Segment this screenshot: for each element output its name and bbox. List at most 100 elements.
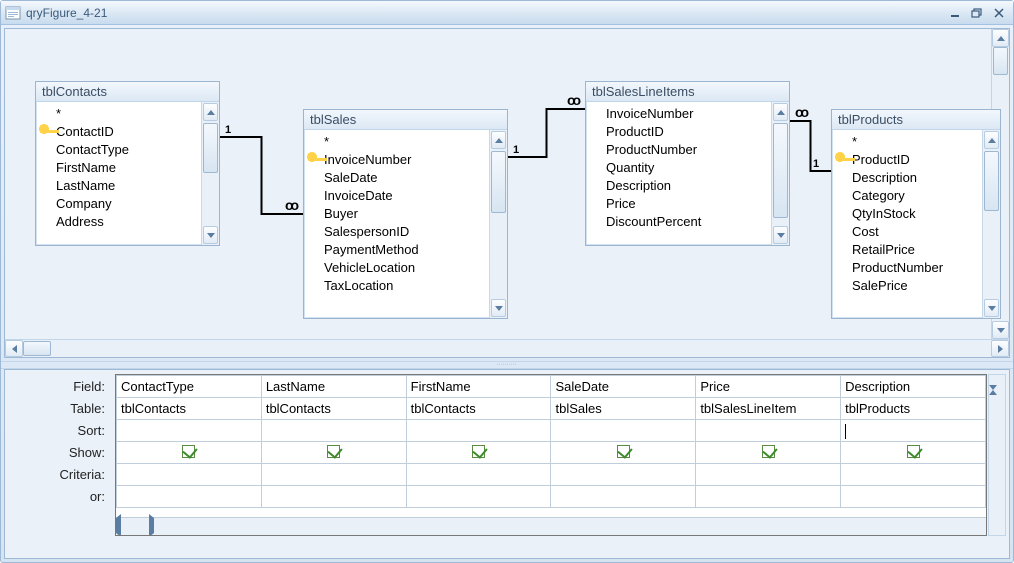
field-item[interactable]: PaymentMethod: [304, 240, 489, 258]
field-item[interactable]: Quantity: [586, 158, 771, 176]
grid-cell-show[interactable]: [841, 442, 986, 464]
table-tblSalesLineItems[interactable]: tblSalesLineItemsInvoiceNumberProductIDP…: [585, 81, 790, 246]
grid-cell-table[interactable]: tblContacts: [261, 398, 406, 420]
field-item[interactable]: FirstName: [36, 158, 201, 176]
scroll-thumb[interactable]: [984, 151, 999, 211]
table-header[interactable]: tblSales: [304, 110, 507, 130]
scroll-right-icon[interactable]: [991, 340, 1009, 357]
field-item[interactable]: Price: [586, 194, 771, 212]
scroll-down-icon[interactable]: [984, 299, 999, 317]
grid-cell-or[interactable]: [261, 486, 406, 508]
grid-cell-criteria[interactable]: [551, 464, 696, 486]
grid-cell-show[interactable]: [406, 442, 551, 464]
grid-horizontal-scrollbar[interactable]: [116, 517, 986, 535]
scroll-down-icon[interactable]: [992, 321, 1009, 339]
field-list[interactable]: *ContactIDContactTypeFirstNameLastNameCo…: [36, 102, 201, 245]
field-item[interactable]: TaxLocation: [304, 276, 489, 294]
grid-cell-or[interactable]: [406, 486, 551, 508]
field-item[interactable]: DiscountPercent: [586, 212, 771, 230]
grid-cell-show[interactable]: [551, 442, 696, 464]
grid-cell-field[interactable]: Price: [696, 376, 841, 398]
grid-cell-field[interactable]: ContactType: [117, 376, 262, 398]
table-scrollbar[interactable]: [201, 102, 219, 245]
field-item[interactable]: ProductID: [586, 122, 771, 140]
field-item[interactable]: SalespersonID: [304, 222, 489, 240]
grid-cell-sort[interactable]: [841, 420, 986, 442]
field-item[interactable]: Company: [36, 194, 201, 212]
field-list[interactable]: *InvoiceNumberSaleDateInvoiceDateBuyerSa…: [304, 130, 489, 318]
field-list[interactable]: InvoiceNumberProductIDProductNumberQuant…: [586, 102, 771, 245]
field-item[interactable]: *: [36, 104, 201, 122]
grid-cell-show[interactable]: [117, 442, 262, 464]
table-tblProducts[interactable]: tblProducts*ProductIDDescriptionCategory…: [831, 109, 1001, 319]
grid-cell-table[interactable]: tblContacts: [406, 398, 551, 420]
designer-horizontal-scrollbar[interactable]: [5, 339, 1009, 357]
field-item[interactable]: Buyer: [304, 204, 489, 222]
field-item[interactable]: Category: [832, 186, 982, 204]
table-scrollbar[interactable]: [489, 130, 507, 318]
grid-cell-table[interactable]: tblSales: [551, 398, 696, 420]
table-header[interactable]: tblContacts: [36, 82, 219, 102]
field-item[interactable]: LastName: [36, 176, 201, 194]
scroll-track[interactable]: [121, 518, 149, 535]
field-item[interactable]: VehicleLocation: [304, 258, 489, 276]
grid-cell-or[interactable]: [117, 486, 262, 508]
field-item[interactable]: SaleDate: [304, 168, 489, 186]
field-item[interactable]: Description: [586, 176, 771, 194]
grid-cell-sort[interactable]: [261, 420, 406, 442]
grid-cell-table[interactable]: tblProducts: [841, 398, 986, 420]
grid-cell-table[interactable]: tblContacts: [117, 398, 262, 420]
field-item[interactable]: ContactID: [36, 122, 201, 140]
grid-cell-sort[interactable]: [551, 420, 696, 442]
pane-splitter[interactable]: ••••••••••: [1, 361, 1013, 369]
table-header[interactable]: tblSalesLineItems: [586, 82, 789, 102]
table-header[interactable]: tblProducts: [832, 110, 1000, 130]
show-checkbox[interactable]: [472, 445, 485, 458]
grid-cell-or[interactable]: [551, 486, 696, 508]
scroll-thumb[interactable]: [491, 151, 506, 213]
scroll-thumb[interactable]: [773, 123, 788, 218]
grid-cell-criteria[interactable]: [261, 464, 406, 486]
scroll-down-icon[interactable]: [491, 299, 506, 317]
grid-cell-field[interactable]: Description: [841, 376, 986, 398]
field-item[interactable]: InvoiceNumber: [304, 150, 489, 168]
grid-cell-criteria[interactable]: [841, 464, 986, 486]
scroll-up-icon[interactable]: [491, 131, 506, 149]
field-item[interactable]: QtyInStock: [832, 204, 982, 222]
minimize-button[interactable]: [945, 5, 965, 21]
scroll-track[interactable]: [984, 151, 999, 297]
grid-cell-criteria[interactable]: [406, 464, 551, 486]
grid-cell-criteria[interactable]: [696, 464, 841, 486]
field-item[interactable]: *: [832, 132, 982, 150]
field-list[interactable]: *ProductIDDescriptionCategoryQtyInStockC…: [832, 130, 982, 318]
scroll-track[interactable]: [203, 123, 218, 224]
grid-cell-field[interactable]: SaleDate: [551, 376, 696, 398]
field-item[interactable]: ProductID: [832, 150, 982, 168]
field-item[interactable]: SalePrice: [832, 276, 982, 294]
scroll-thumb[interactable]: [203, 123, 218, 173]
grid-cell-sort[interactable]: [406, 420, 551, 442]
table-relationship-pane[interactable]: 1oo1oooo1 tblContacts*ContactIDContactTy…: [4, 28, 1010, 358]
scroll-up-icon[interactable]: [773, 103, 788, 121]
field-item[interactable]: Address: [36, 212, 201, 230]
show-checkbox[interactable]: [762, 445, 775, 458]
show-checkbox[interactable]: [182, 445, 195, 458]
scroll-track[interactable]: [491, 151, 506, 297]
scroll-up-icon[interactable]: [992, 29, 1009, 47]
show-checkbox[interactable]: [907, 445, 920, 458]
table-scrollbar[interactable]: [982, 130, 1000, 318]
grid-cell-field[interactable]: FirstName: [406, 376, 551, 398]
table-scrollbar[interactable]: [771, 102, 789, 245]
scroll-left-icon[interactable]: [5, 340, 23, 357]
field-item[interactable]: RetailPrice: [832, 240, 982, 258]
grid-cell-sort[interactable]: [117, 420, 262, 442]
table-tblContacts[interactable]: tblContacts*ContactIDContactTypeFirstNam…: [35, 81, 220, 246]
grid-cell-sort[interactable]: [696, 420, 841, 442]
grid-cell-table[interactable]: tblSalesLineItem: [696, 398, 841, 420]
field-item[interactable]: Description: [832, 168, 982, 186]
field-item[interactable]: ContactType: [36, 140, 201, 158]
restore-button[interactable]: [967, 5, 987, 21]
scroll-track[interactable]: [773, 123, 788, 224]
field-item[interactable]: Cost: [832, 222, 982, 240]
scroll-track[interactable]: [23, 340, 991, 357]
